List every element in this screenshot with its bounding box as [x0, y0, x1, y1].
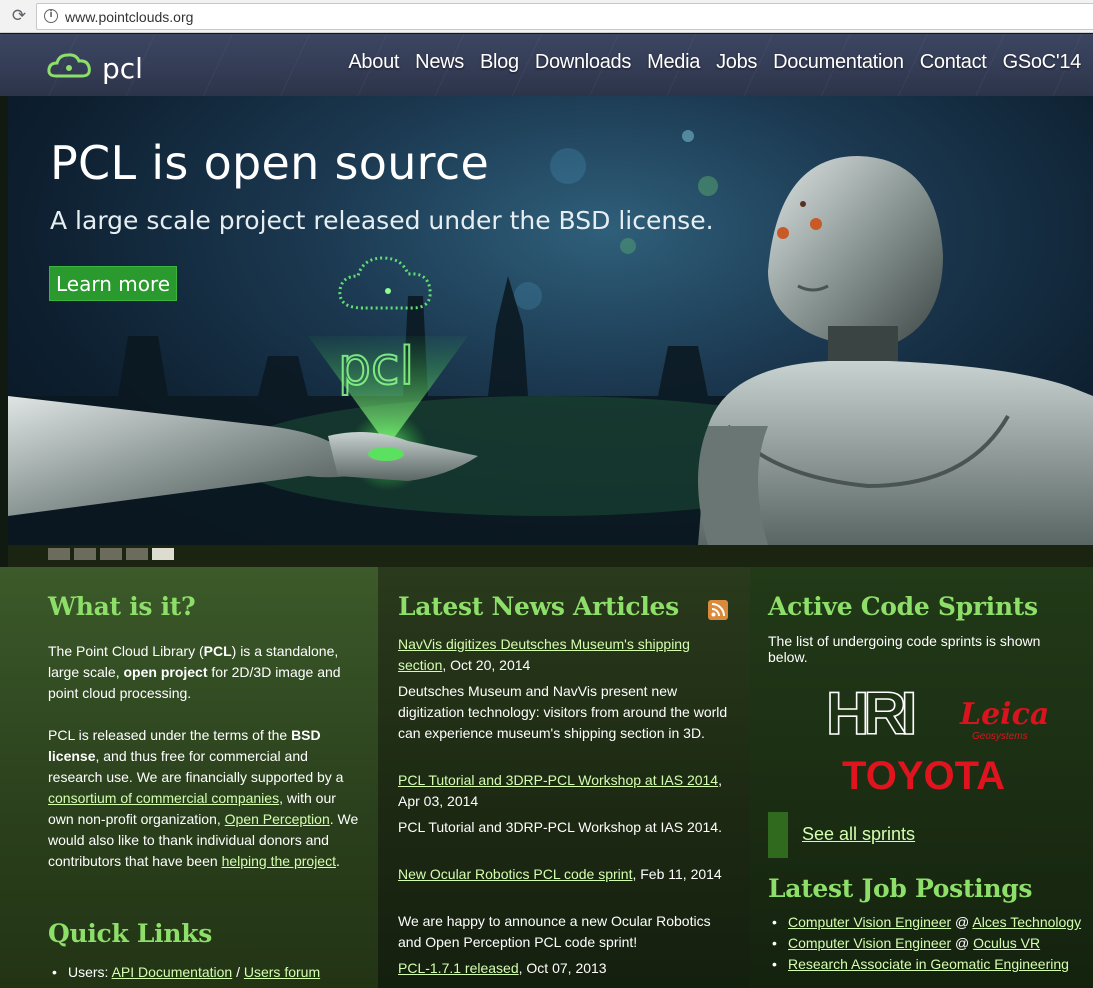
- job-title-link[interactable]: Computer Vision Engineer: [788, 914, 951, 930]
- leica-logo: Leica: [959, 697, 1049, 732]
- news-date: , Feb 11, 2014: [632, 866, 722, 882]
- text-span: @: [951, 935, 974, 951]
- pcl-logo[interactable]: pcl: [46, 48, 156, 84]
- nav-blog[interactable]: Blog: [472, 51, 527, 74]
- helping-the-project-link[interactable]: helping the project: [222, 853, 336, 869]
- text-span: PCL is released under the terms of the: [48, 727, 292, 743]
- list-item: Computer Vision Engineer @ Oculus VR: [770, 935, 1090, 951]
- nav-contact[interactable]: Contact: [912, 51, 995, 74]
- api-documentation-link[interactable]: API Documentation: [112, 964, 233, 980]
- jobs-list: Computer Vision Engineer @ Alces Technol…: [770, 914, 1090, 977]
- see-all-sprints-link[interactable]: See all sprints: [802, 824, 915, 845]
- news-item: New Ocular Robotics PCL code sprint, Feb…: [398, 864, 728, 885]
- hri-logo: HRI: [826, 682, 914, 747]
- hero-subtitle: A large scale project released under the…: [50, 206, 714, 235]
- news-link[interactable]: PCL-1.7.1 released: [398, 960, 519, 976]
- slide-dot-active[interactable]: [152, 548, 174, 560]
- news-body: PCL Tutorial and 3DRP-PCL Workshop at IA…: [398, 819, 722, 835]
- browser-toolbar: ⟳ i www.pointclouds.org: [0, 0, 1093, 33]
- what-is-it-heading: What is it?: [48, 592, 196, 621]
- what-is-it-column: What is it? The Point Cloud Library (PCL…: [0, 567, 378, 988]
- text-span: .: [335, 853, 340, 869]
- jobs-heading: Latest Job Postings: [768, 874, 1033, 903]
- job-title-link[interactable]: Computer Vision Engineer: [788, 935, 951, 951]
- intro-paragraph: The Point Cloud Library (PCL) is a stand…: [48, 641, 358, 704]
- info-icon[interactable]: i: [44, 9, 58, 23]
- logo-text: pcl: [102, 52, 143, 84]
- hero-title: PCL is open source: [50, 136, 490, 190]
- rss-icon[interactable]: [708, 600, 728, 620]
- news-heading: Latest News Articles: [398, 592, 679, 621]
- leica-subtext: Geosystems: [972, 731, 1028, 742]
- nav-gsoc[interactable]: GSoC'14: [995, 51, 1089, 74]
- job-company-link[interactable]: Oculus VR: [973, 935, 1040, 951]
- news-body: We are happy to announce a new Ocular Ro…: [398, 913, 711, 950]
- slider-dots: [48, 548, 174, 560]
- see-all-marker: [768, 812, 788, 858]
- job-title-link[interactable]: Research Associate in Geomatic Engineeri…: [788, 956, 1069, 972]
- nav-news[interactable]: News: [407, 51, 472, 74]
- news-column: Latest News Articles NavVis digitizes De…: [378, 567, 750, 988]
- reload-icon[interactable]: ⟳: [8, 5, 30, 27]
- content-area: What is it? The Point Cloud Library (PCL…: [0, 567, 1093, 988]
- quick-links-list: Users: API Documentation / Users forum: [50, 964, 370, 980]
- news-item: PCL-1.7.1 released, Oct 07, 2013: [398, 958, 728, 979]
- main-nav: About News Blog Downloads Media Jobs Doc…: [340, 51, 1089, 74]
- nav-jobs[interactable]: Jobs: [708, 51, 765, 74]
- nav-media[interactable]: Media: [639, 51, 708, 74]
- nav-downloads[interactable]: Downloads: [527, 51, 639, 74]
- slide-dot[interactable]: [74, 548, 96, 560]
- open-perception-link[interactable]: Open Perception: [225, 811, 330, 827]
- quick-links-heading: Quick Links: [48, 919, 213, 948]
- learn-more-button[interactable]: Learn more: [49, 266, 177, 301]
- url-text[interactable]: www.pointclouds.org: [65, 9, 193, 25]
- hologram-text: pcl: [338, 337, 414, 397]
- text-span: The Point Cloud Library (: [48, 643, 204, 659]
- text-bold: PCL: [203, 643, 232, 659]
- news-body: Deutsches Museum and NavVis present new …: [398, 683, 728, 741]
- news-date: , Oct 07, 2013: [518, 960, 607, 976]
- list-item: Users: API Documentation / Users forum: [50, 964, 370, 980]
- toyota-logo: TOYOTA: [842, 754, 1005, 797]
- address-bar[interactable]: i www.pointclouds.org: [36, 3, 1093, 30]
- sprints-intro: The list of undergoing code sprints is s…: [768, 633, 1041, 665]
- slide-dot[interactable]: [48, 548, 70, 560]
- news-date: , Oct 20, 2014: [442, 657, 531, 673]
- news-link[interactable]: New Ocular Robotics PCL code sprint: [398, 866, 632, 882]
- job-company-link[interactable]: Alces Technology: [972, 914, 1081, 930]
- hero-banner: pcl PCL is open source A large scale pro…: [8, 96, 1093, 545]
- news-link[interactable]: PCL Tutorial and 3DRP-PCL Workshop at IA…: [398, 772, 718, 788]
- text-bold: open project: [123, 664, 208, 680]
- nav-about[interactable]: About: [340, 51, 407, 74]
- news-item: PCL Tutorial and 3DRP-PCL Workshop at IA…: [398, 770, 728, 812]
- news-item: NavVis digitizes Deutsches Museum's ship…: [398, 634, 728, 676]
- users-forum-link[interactable]: Users forum: [244, 964, 320, 980]
- list-item: Computer Vision Engineer @ Alces Technol…: [770, 914, 1090, 930]
- sprints-heading: Active Code Sprints: [768, 592, 1038, 621]
- site-header: pcl About News Blog Downloads Media Jobs…: [0, 34, 1093, 96]
- slide-dot[interactable]: [100, 548, 122, 560]
- sprints-column: Active Code Sprints The list of undergoi…: [750, 567, 1093, 988]
- list-item: Research Associate in Geomatic Engineeri…: [770, 956, 1090, 972]
- nav-documentation[interactable]: Documentation: [765, 51, 912, 74]
- text-span: /: [232, 964, 244, 980]
- text-span: @: [951, 914, 973, 930]
- consortium-link[interactable]: consortium of commercial companies: [48, 790, 279, 806]
- license-paragraph: PCL is released under the terms of the B…: [48, 725, 360, 872]
- sprint-sponsor-logos[interactable]: HRI Leica Geosystems TOYOTA: [826, 682, 1056, 797]
- text-span: Users:: [68, 964, 112, 980]
- slide-dot[interactable]: [126, 548, 148, 560]
